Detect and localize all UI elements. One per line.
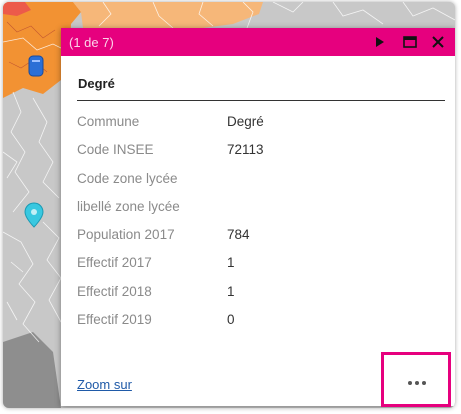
attribute-name: Effectif 2019 [77, 312, 152, 328]
attribute-row: Population 2017 784 [77, 227, 264, 255]
popup-title: Degré [78, 76, 115, 91]
map-marker-icon[interactable] [27, 54, 45, 78]
attribute-value: Degré [227, 114, 264, 129]
maximize-icon[interactable] [401, 33, 419, 51]
attribute-value: 1 [227, 255, 235, 271]
attribute-name: Code INSEE [77, 142, 154, 158]
attribute-value: 0 [227, 312, 235, 328]
selected-marker-icon[interactable] [23, 202, 45, 228]
attribute-value: 72113 [227, 142, 264, 158]
popup-header: (1 de 7) [61, 28, 455, 56]
play-icon[interactable] [371, 33, 389, 51]
attribute-value: 784 [227, 227, 250, 243]
attribute-name: Effectif 2018 [77, 283, 152, 299]
ellipsis-icon[interactable] [399, 374, 435, 392]
attribute-row: Code INSEE 72113 [77, 142, 264, 170]
zoom-to-link[interactable]: Zoom sur [77, 377, 132, 392]
close-icon[interactable] [429, 33, 447, 51]
attribute-name: libellé zone lycée [77, 198, 180, 214]
title-divider [77, 100, 445, 101]
attribute-row: Effectif 2018 1 [77, 284, 264, 312]
attribute-row: Code zone lycée [77, 171, 264, 199]
attribute-row: libellé zone lycée [77, 199, 264, 227]
popup-counter: (1 de 7) [69, 35, 114, 50]
attribute-name: Population 2017 [77, 227, 175, 243]
feature-popup: (1 de 7) Degré Commune Degré Code INSEE … [61, 28, 455, 406]
attribute-name: Effectif 2017 [77, 255, 152, 271]
attribute-table: Commune Degré Code INSEE 72113 Code zone… [77, 114, 264, 340]
attribute-value: 1 [227, 283, 235, 299]
attribute-name: Commune [77, 114, 140, 129]
screenshot-frame: (1 de 7) Degré Commune Degré Code INSEE … [3, 2, 455, 408]
attribute-row: Effectif 2019 0 [77, 312, 264, 340]
attribute-name: Code zone lycée [77, 170, 178, 186]
attribute-row: Commune Degré [77, 114, 264, 142]
attribute-row: Effectif 2017 1 [77, 255, 264, 283]
